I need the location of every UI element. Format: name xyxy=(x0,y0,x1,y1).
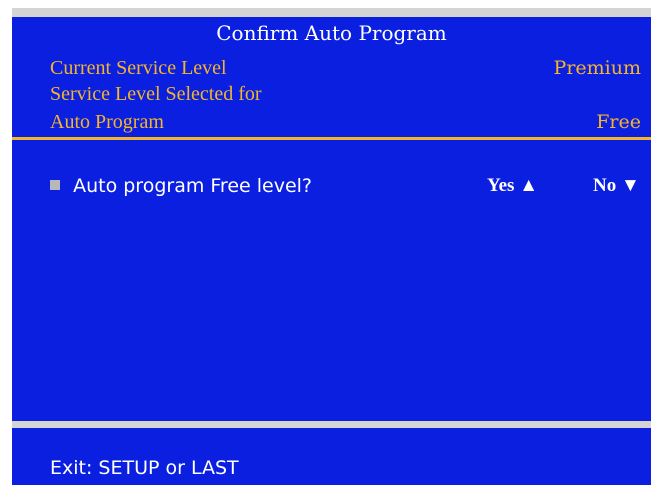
square-bullet-icon xyxy=(50,180,60,190)
yes-option[interactable]: Yes ▲ xyxy=(487,175,538,197)
divider-line xyxy=(12,137,651,140)
separator-strip xyxy=(12,421,651,428)
selected-service-level-row: Auto Program Free xyxy=(50,110,641,134)
selected-level-label-line1: Service Level Selected for xyxy=(50,83,262,105)
confirm-question-row: Auto program Free level? Yes ▲ No ▼ xyxy=(50,175,641,201)
selected-service-level-value: Free xyxy=(596,111,641,133)
confirm-panel: Current Service Level Premium Service Le… xyxy=(12,50,651,421)
setup-menu-screen: Confirm Auto Program Current Service Lev… xyxy=(12,8,651,485)
exit-hint: Exit: SETUP or LAST xyxy=(50,457,239,479)
no-option[interactable]: No ▼ xyxy=(593,175,640,197)
current-service-level-value: Premium xyxy=(553,57,641,79)
footer-bar: Exit: SETUP or LAST xyxy=(12,428,651,485)
confirm-question: Auto program Free level? xyxy=(73,175,313,197)
current-service-level-row: Current Service Level Premium xyxy=(50,56,641,80)
selected-level-label-line2: Auto Program xyxy=(50,111,164,133)
dialog-title: Confirm Auto Program xyxy=(12,17,651,50)
current-service-level-label: Current Service Level xyxy=(50,57,227,79)
